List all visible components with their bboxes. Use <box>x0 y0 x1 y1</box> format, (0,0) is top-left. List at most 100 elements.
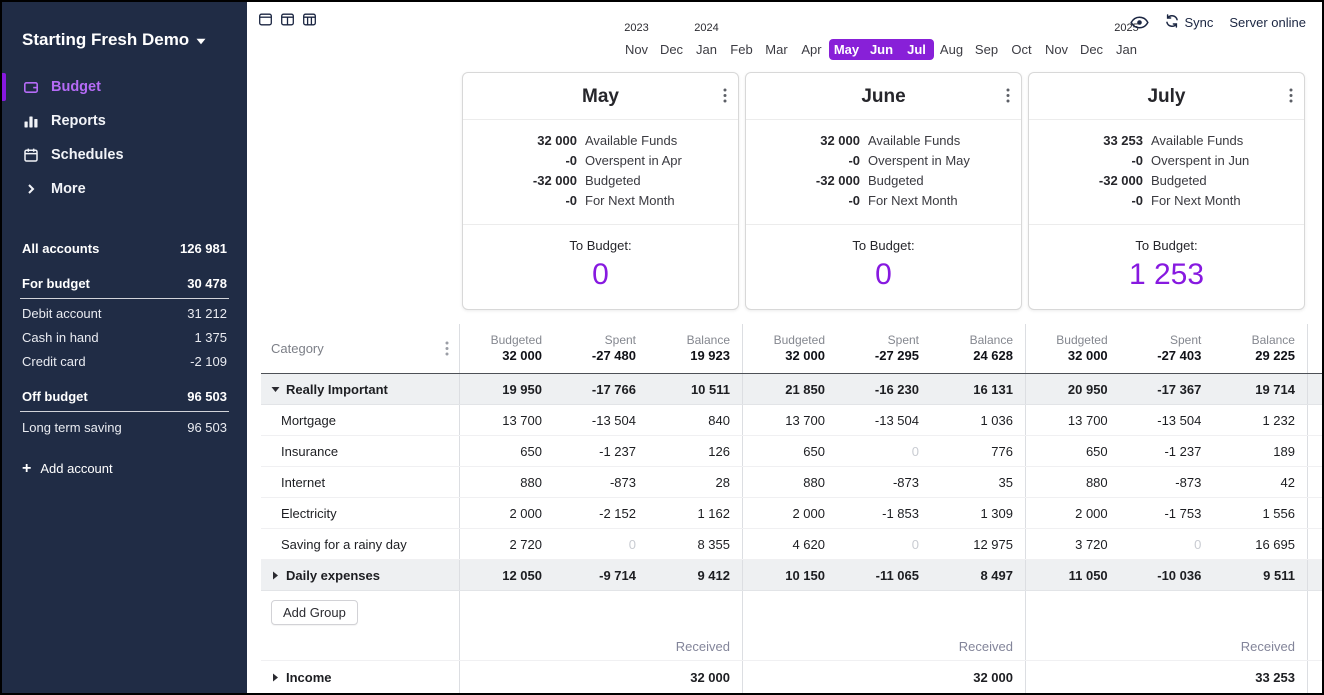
to-budget-amount[interactable]: 0 <box>746 258 1021 292</box>
account-row[interactable]: Credit card-2 109 <box>20 350 229 374</box>
month-nav-mar-4[interactable]: Mar <box>759 39 794 60</box>
month-nav-feb-3[interactable]: Feb <box>724 39 759 60</box>
category-menu-icon[interactable] <box>445 341 449 356</box>
column-header-budgeted[interactable]: Budgeted32 000 <box>460 324 554 373</box>
triangle-down-icon[interactable] <box>271 385 280 394</box>
month-nav-jul-8[interactable]: Jul <box>899 39 934 60</box>
balance-cell[interactable]: 19 714 <box>1213 374 1307 404</box>
balance-cell[interactable]: 16 695 <box>1213 529 1307 559</box>
add-group-button[interactable]: Add Group <box>271 600 358 625</box>
balance-cell[interactable]: 28 <box>648 467 742 497</box>
balance-cell[interactable]: 9 412 <box>648 560 742 590</box>
month-nav-aug-9[interactable]: Aug <box>934 39 969 60</box>
spent-cell[interactable]: -17 367 <box>1120 374 1214 404</box>
month-nav-nov-0[interactable]: Nov <box>619 39 654 60</box>
column-header-balance[interactable]: Balance29 225 <box>1213 324 1307 373</box>
spent-cell[interactable]: 0 <box>837 529 931 559</box>
spent-cell[interactable]: -9 714 <box>554 560 648 590</box>
budgeted-cell[interactable]: 880 <box>743 467 837 497</box>
category-name[interactable]: Saving for a rainy day <box>261 529 459 559</box>
column-header-balance[interactable]: Balance19 923 <box>648 324 742 373</box>
month-menu-icon[interactable] <box>1006 88 1010 103</box>
balance-cell[interactable]: 1 036 <box>931 405 1025 435</box>
month-nav-jun-7[interactable]: Jun <box>864 39 899 60</box>
budgeted-cell[interactable]: 650 <box>460 436 554 466</box>
spent-cell[interactable]: -1 237 <box>1120 436 1214 466</box>
month-nav-dec-13[interactable]: Dec <box>1074 39 1109 60</box>
budgeted-cell[interactable]: 650 <box>743 436 837 466</box>
spent-cell[interactable]: -2 152 <box>554 498 648 528</box>
month-nav-sep-10[interactable]: Sep <box>969 39 1004 60</box>
column-header-budgeted[interactable]: Budgeted32 000 <box>743 324 837 373</box>
budgeted-cell[interactable]: 2 000 <box>460 498 554 528</box>
budgeted-cell[interactable]: 2 000 <box>743 498 837 528</box>
spent-cell[interactable]: -13 504 <box>1120 405 1214 435</box>
balance-cell[interactable]: 35 <box>931 467 1025 497</box>
category-name[interactable]: Internet <box>261 467 459 497</box>
budget-file-menu[interactable]: Starting Fresh Demo <box>2 18 247 64</box>
month-menu-icon[interactable] <box>1289 88 1293 103</box>
balance-cell[interactable]: 9 511 <box>1213 560 1307 590</box>
budgeted-cell[interactable]: 3 720 <box>1026 529 1120 559</box>
spent-cell[interactable]: -873 <box>837 467 931 497</box>
spent-cell[interactable]: -10 036 <box>1120 560 1214 590</box>
balance-cell[interactable]: 1 162 <box>648 498 742 528</box>
account-row[interactable]: Debit account31 212 <box>20 302 229 326</box>
privacy-eye-icon[interactable] <box>1130 16 1149 29</box>
balance-cell[interactable]: 8 355 <box>648 529 742 559</box>
budgeted-cell[interactable]: 2 000 <box>1026 498 1120 528</box>
month-nav-nov-12[interactable]: Nov <box>1039 39 1074 60</box>
account-row[interactable]: All accounts126 981 <box>20 236 229 260</box>
spent-cell[interactable]: -873 <box>1120 467 1214 497</box>
three-month-view-icon[interactable] <box>302 12 317 27</box>
sidebar-item-schedules[interactable]: Schedules <box>2 138 247 172</box>
category-name[interactable]: Mortgage <box>261 405 459 435</box>
single-month-view-icon[interactable] <box>258 12 273 27</box>
account-row[interactable]: For budget30 478 <box>20 271 229 299</box>
group-name[interactable]: Daily expenses <box>261 560 459 590</box>
month-menu-icon[interactable] <box>723 88 727 103</box>
spent-cell[interactable]: -873 <box>554 467 648 497</box>
income-group-name[interactable]: Income <box>261 661 459 693</box>
budgeted-cell[interactable]: 13 700 <box>743 405 837 435</box>
spent-cell[interactable]: 0 <box>1120 529 1214 559</box>
category-name[interactable]: Insurance <box>261 436 459 466</box>
spent-cell[interactable]: -17 766 <box>554 374 648 404</box>
column-header-budgeted[interactable]: Budgeted32 000 <box>1026 324 1120 373</box>
balance-cell[interactable]: 189 <box>1213 436 1307 466</box>
balance-cell[interactable]: 12 975 <box>931 529 1025 559</box>
spent-cell[interactable]: -13 504 <box>837 405 931 435</box>
budgeted-cell[interactable]: 21 850 <box>743 374 837 404</box>
add-account-button[interactable]: + Add account <box>22 461 227 476</box>
column-header-balance[interactable]: Balance24 628 <box>931 324 1025 373</box>
two-month-view-icon[interactable] <box>280 12 295 27</box>
account-row[interactable]: Long term saving96 503 <box>20 415 229 439</box>
spent-cell[interactable]: -13 504 <box>554 405 648 435</box>
month-nav-jan-2[interactable]: Jan <box>689 39 724 60</box>
budgeted-cell[interactable]: 11 050 <box>1026 560 1120 590</box>
balance-cell[interactable]: 126 <box>648 436 742 466</box>
budgeted-cell[interactable]: 13 700 <box>460 405 554 435</box>
budgeted-cell[interactable]: 19 950 <box>460 374 554 404</box>
month-nav-apr-5[interactable]: Apr <box>794 39 829 60</box>
triangle-right-icon[interactable] <box>271 673 280 682</box>
balance-cell[interactable]: 10 511 <box>648 374 742 404</box>
column-header-spent[interactable]: Spent-27 480 <box>554 324 648 373</box>
budgeted-cell[interactable]: 880 <box>460 467 554 497</box>
sync-button[interactable]: Sync <box>1165 14 1213 31</box>
month-nav-dec-1[interactable]: Dec <box>654 39 689 60</box>
spent-cell[interactable]: 0 <box>554 529 648 559</box>
month-nav-jan-14[interactable]: Jan <box>1109 39 1144 60</box>
month-nav-oct-11[interactable]: Oct <box>1004 39 1039 60</box>
sidebar-item-more[interactable]: More <box>2 172 247 206</box>
balance-cell[interactable]: 840 <box>648 405 742 435</box>
to-budget-amount[interactable]: 0 <box>463 258 738 292</box>
account-row[interactable]: Cash in hand1 375 <box>20 326 229 350</box>
budgeted-cell[interactable]: 13 700 <box>1026 405 1120 435</box>
spent-cell[interactable]: -11 065 <box>837 560 931 590</box>
server-status[interactable]: Server online <box>1229 15 1306 30</box>
column-header-spent[interactable]: Spent-27 403 <box>1120 324 1214 373</box>
account-row[interactable]: Off budget96 503 <box>20 385 229 413</box>
budgeted-cell[interactable]: 20 950 <box>1026 374 1120 404</box>
month-nav-may-6[interactable]: May <box>829 39 864 60</box>
